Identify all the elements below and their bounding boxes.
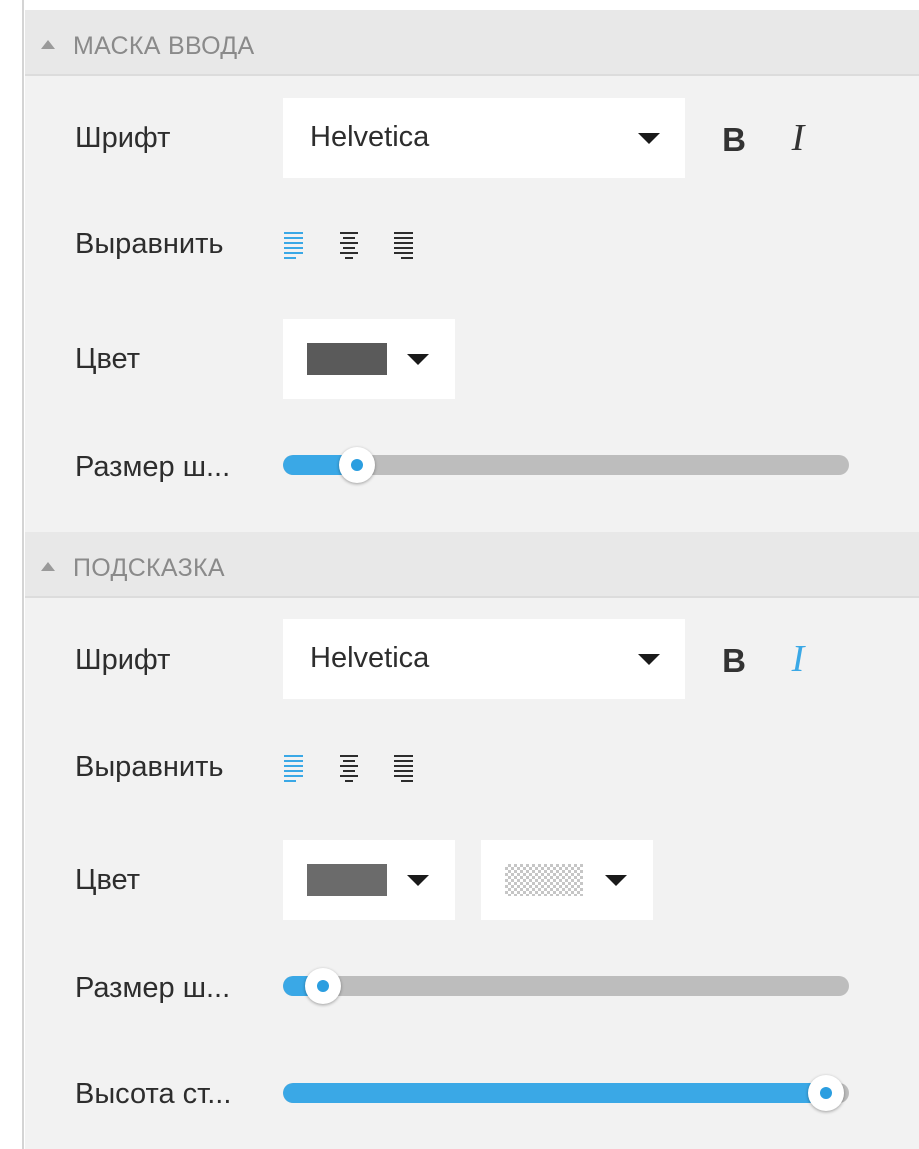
slider-thumb[interactable] bbox=[305, 968, 341, 1004]
bold-button[interactable]: B bbox=[719, 642, 749, 680]
align-left-icon[interactable] bbox=[284, 231, 304, 259]
collapse-triangle-icon[interactable] bbox=[41, 562, 55, 571]
chevron-down-icon bbox=[407, 354, 429, 365]
align-left-icon[interactable] bbox=[284, 754, 304, 782]
chevron-down-icon bbox=[605, 875, 627, 886]
font-family-select[interactable]: Helvetica bbox=[283, 619, 685, 699]
align-label: Выравнить bbox=[75, 751, 224, 783]
slider-track bbox=[283, 1083, 849, 1103]
left-divider bbox=[22, 0, 24, 1149]
font-size-label: Размер ш... bbox=[75, 972, 231, 1004]
chevron-down-icon bbox=[638, 654, 660, 665]
slider-thumb[interactable] bbox=[808, 1075, 844, 1111]
italic-button[interactable]: I bbox=[783, 637, 813, 681]
italic-button[interactable]: I bbox=[783, 116, 813, 160]
collapse-triangle-icon[interactable] bbox=[41, 40, 55, 49]
bold-button[interactable]: B bbox=[719, 121, 749, 159]
font-size-slider[interactable] bbox=[283, 968, 849, 1004]
transparent-swatch bbox=[505, 864, 583, 896]
font-size-slider[interactable] bbox=[283, 447, 849, 483]
font-size-label: Размер ш... bbox=[75, 451, 231, 483]
slider-fill bbox=[283, 1083, 826, 1103]
section-title: ПОДСКАЗКА bbox=[73, 554, 225, 582]
color-label: Цвет bbox=[75, 343, 140, 375]
color-swatch bbox=[307, 343, 387, 375]
align-center-icon[interactable] bbox=[339, 231, 359, 259]
properties-panel: МАСКА ВВОДА Шрифт Helvetica B I Выравнит… bbox=[25, 10, 919, 1149]
align-justify-icon[interactable] bbox=[394, 754, 414, 782]
line-height-label: Высота ст... bbox=[75, 1078, 232, 1110]
section-header-input-mask[interactable]: МАСКА ВВОДА bbox=[25, 10, 919, 76]
text-color-picker[interactable] bbox=[283, 840, 455, 920]
align-center-icon[interactable] bbox=[339, 754, 359, 782]
slider-thumb[interactable] bbox=[339, 447, 375, 483]
line-height-slider[interactable] bbox=[283, 1075, 849, 1111]
chevron-down-icon bbox=[407, 875, 429, 886]
color-label: Цвет bbox=[75, 864, 140, 896]
font-label: Шрифт bbox=[75, 122, 171, 154]
font-family-value: Helvetica bbox=[310, 642, 430, 674]
color-swatch bbox=[307, 864, 387, 896]
align-label: Выравнить bbox=[75, 228, 224, 260]
text-color-picker[interactable] bbox=[283, 319, 455, 399]
font-family-value: Helvetica bbox=[310, 121, 430, 153]
font-family-select[interactable]: Helvetica bbox=[283, 98, 685, 178]
slider-track bbox=[283, 976, 849, 996]
section-title: МАСКА ВВОДА bbox=[73, 32, 255, 60]
align-justify-icon[interactable] bbox=[394, 231, 414, 259]
font-label: Шрифт bbox=[75, 644, 171, 676]
section-header-hint[interactable]: ПОДСКАЗКА bbox=[25, 532, 919, 598]
background-color-picker[interactable] bbox=[481, 840, 653, 920]
chevron-down-icon bbox=[638, 133, 660, 144]
